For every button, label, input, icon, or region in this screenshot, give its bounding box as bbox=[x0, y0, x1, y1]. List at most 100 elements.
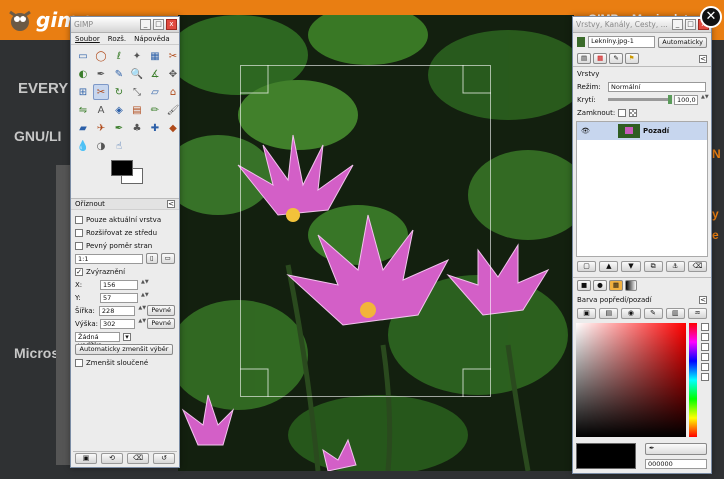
heal-tool-icon[interactable]: ✚ bbox=[147, 120, 163, 136]
lock-alpha-icon[interactable] bbox=[629, 108, 638, 117]
hue-strip[interactable] bbox=[689, 323, 697, 437]
option-highlight[interactable]: ✓ Zvýraznění bbox=[71, 265, 179, 278]
crop-handles[interactable] bbox=[240, 65, 491, 397]
scales-selector-icon[interactable]: ▥ bbox=[665, 307, 685, 319]
option-current-layer[interactable]: Pouze aktuální vrstva bbox=[71, 213, 179, 226]
hex-input[interactable]: 000000 bbox=[645, 459, 707, 469]
scissors-tool-icon[interactable]: ✂ bbox=[165, 48, 181, 64]
fg-bg-tab-icon[interactable]: ■ bbox=[577, 280, 592, 291]
scale-tool-icon[interactable]: ⤡ bbox=[129, 84, 145, 100]
reset-options-icon[interactable]: ↺ bbox=[153, 453, 175, 464]
measure-tool-icon[interactable]: ∡ bbox=[147, 66, 163, 82]
undo-tab-icon[interactable]: ⚑ bbox=[624, 53, 639, 64]
auto-button[interactable]: Automaticky bbox=[658, 36, 707, 48]
fuzzy-select-tool-icon[interactable]: ✦ bbox=[129, 48, 145, 64]
watercolor-selector-icon[interactable]: ✎ bbox=[643, 307, 663, 319]
opacity-spinner[interactable]: ▲▼ bbox=[701, 94, 709, 105]
channels-tab-icon[interactable]: ▦ bbox=[593, 53, 608, 64]
minimize-button[interactable]: _ bbox=[140, 19, 151, 30]
align-tool-icon[interactable]: ⊞ bbox=[75, 84, 91, 100]
v-toggle[interactable] bbox=[701, 343, 709, 351]
airbrush-tool-icon[interactable]: ✈ bbox=[93, 120, 109, 136]
rect-select-tool-icon[interactable]: ▭ bbox=[75, 48, 91, 64]
ink-tool-icon[interactable]: ✒ bbox=[111, 120, 127, 136]
maximize-button[interactable]: □ bbox=[685, 19, 696, 30]
color-square[interactable] bbox=[576, 323, 686, 437]
opacity-slider[interactable] bbox=[607, 95, 672, 104]
wheel-selector-icon[interactable]: ◉ bbox=[621, 307, 641, 319]
layer-row[interactable]: 👁 Pozadí bbox=[577, 122, 707, 140]
mode-select[interactable]: Normální bbox=[608, 81, 706, 92]
blur-tool-icon[interactable]: 💧 bbox=[75, 138, 91, 154]
aspect-landscape-button[interactable]: ▭ bbox=[160, 253, 175, 264]
image-canvas[interactable] bbox=[178, 15, 574, 471]
layer-name[interactable]: Pozadí bbox=[643, 127, 669, 135]
bucket-fill-tool-icon[interactable]: ◈ bbox=[111, 102, 127, 118]
checkbox[interactable] bbox=[75, 215, 83, 224]
paths-tab-icon[interactable]: ✎ bbox=[609, 53, 623, 64]
x-spinner[interactable]: ▲▼ bbox=[141, 279, 149, 290]
tab-menu-icon[interactable]: < bbox=[699, 54, 707, 63]
rotate-tool-icon[interactable]: ↻ bbox=[111, 84, 127, 100]
blend-tool-icon[interactable]: ▤ bbox=[129, 102, 145, 118]
raise-layer-icon[interactable]: ▲ bbox=[599, 260, 619, 272]
y-input[interactable]: 57 bbox=[100, 292, 138, 303]
fixed-height-button[interactable]: Pevné bbox=[147, 318, 175, 329]
color-picker-tool-icon[interactable]: ✎ bbox=[111, 66, 127, 82]
lock-pixels-checkbox[interactable] bbox=[618, 108, 627, 117]
eye-icon[interactable]: 👁 bbox=[581, 127, 599, 135]
checkbox[interactable] bbox=[75, 358, 83, 367]
tab-menu-icon[interactable]: < bbox=[699, 295, 707, 304]
patterns-tab-icon[interactable]: ▦ bbox=[608, 280, 623, 291]
shear-tool-icon[interactable]: ▱ bbox=[147, 84, 163, 100]
width-input[interactable]: 228 bbox=[98, 305, 136, 316]
x-input[interactable]: 156 bbox=[100, 279, 138, 290]
close-button[interactable]: x bbox=[166, 19, 177, 30]
text-tool-icon[interactable]: A bbox=[93, 102, 109, 118]
new-layer-icon[interactable]: ▢ bbox=[577, 260, 597, 272]
ellipse-select-tool-icon[interactable]: ◯ bbox=[93, 48, 109, 64]
close-overlay-button[interactable]: ✕ bbox=[700, 6, 722, 28]
lower-layer-icon[interactable]: ▼ bbox=[621, 260, 641, 272]
free-select-tool-icon[interactable]: ℓ bbox=[111, 48, 127, 64]
foreground-color-swatch-top[interactable] bbox=[111, 160, 133, 176]
perspective-clone-tool-icon[interactable]: ◆ bbox=[165, 120, 181, 136]
delete-layer-icon[interactable]: ⌫ bbox=[687, 260, 708, 272]
by-color-select-tool-icon[interactable]: ▦ bbox=[147, 48, 163, 64]
height-spinner[interactable]: ▲▼ bbox=[138, 318, 146, 329]
duplicate-layer-icon[interactable]: ⧉ bbox=[643, 260, 663, 272]
move-tool-icon[interactable]: ✥ bbox=[165, 66, 181, 82]
brushes-tab-icon[interactable]: ● bbox=[593, 280, 607, 291]
y-spinner[interactable]: ▲▼ bbox=[141, 292, 149, 303]
anchor-layer-icon[interactable]: ⚓ bbox=[665, 260, 685, 272]
layers-titlebar[interactable]: Vrstvy, Kanály, Cesty, ... _ □ x bbox=[573, 17, 711, 33]
menu-file[interactable]: Soubor bbox=[75, 35, 100, 43]
flip-tool-icon[interactable]: ⇋ bbox=[75, 102, 91, 118]
checkbox[interactable] bbox=[75, 241, 83, 250]
width-spinner[interactable]: ▲▼ bbox=[138, 305, 146, 316]
opacity-input[interactable]: 100,0 bbox=[674, 94, 698, 105]
clone-tool-icon[interactable]: ♣ bbox=[129, 120, 145, 136]
options-menu-icon[interactable]: < bbox=[167, 200, 175, 208]
checkbox[interactable] bbox=[75, 228, 83, 237]
smudge-tool-icon[interactable]: ☝ bbox=[111, 138, 127, 154]
option-expand-center[interactable]: Rozšiřovat ze středu bbox=[71, 226, 179, 239]
g-toggle[interactable] bbox=[701, 363, 709, 371]
perspective-tool-icon[interactable]: ⌂ bbox=[165, 84, 181, 100]
dodge-tool-icon[interactable]: ◑ bbox=[93, 138, 109, 154]
r-toggle[interactable] bbox=[701, 353, 709, 361]
delete-options-icon[interactable]: ⌫ bbox=[127, 453, 149, 464]
image-select[interactable]: Lekníny.jpg-1 bbox=[588, 36, 656, 48]
gimp-selector-icon[interactable]: ▣ bbox=[577, 307, 597, 319]
paintbrush-tool-icon[interactable]: 🖌 bbox=[165, 102, 181, 118]
cmyk-selector-icon[interactable]: ▤ bbox=[599, 307, 619, 319]
toolbox-titlebar[interactable]: GIMP _ □ x bbox=[71, 17, 179, 33]
crop-rectangle[interactable] bbox=[240, 65, 491, 397]
h-toggle[interactable] bbox=[701, 323, 709, 331]
scales-selector-icon-2[interactable]: ♒ bbox=[687, 307, 708, 319]
save-options-icon[interactable]: ▣ bbox=[75, 453, 97, 464]
minimize-button[interactable]: _ bbox=[672, 19, 683, 30]
eyedropper-button[interactable]: ✒ bbox=[645, 443, 707, 455]
layers-tab-icon[interactable]: ▤ bbox=[577, 53, 592, 64]
aspect-input[interactable]: 1:1 bbox=[75, 253, 143, 264]
